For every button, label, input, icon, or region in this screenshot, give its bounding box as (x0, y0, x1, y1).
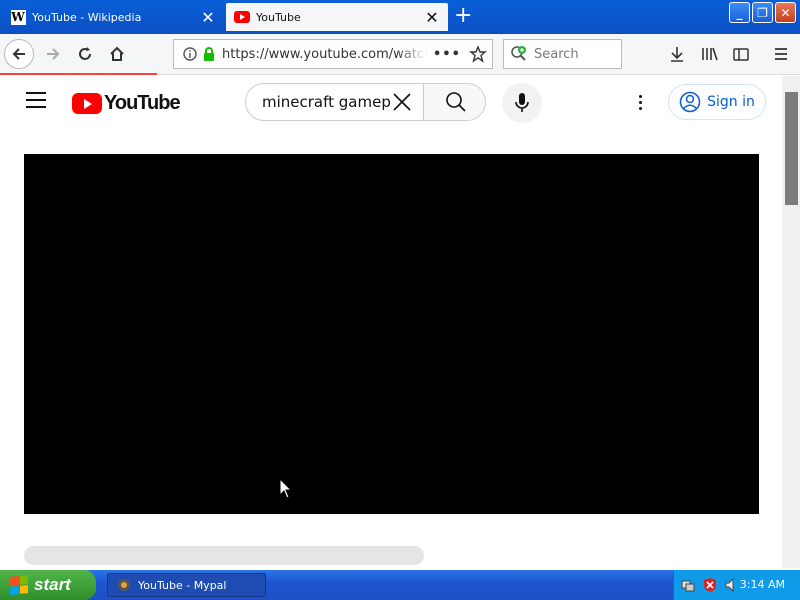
voice-search-button[interactable] (502, 83, 542, 123)
reload-icon (79, 47, 91, 60)
bookmark-star-icon[interactable] (469, 45, 487, 63)
sign-in-button[interactable]: Sign in (668, 84, 766, 120)
info-icon[interactable] (182, 46, 198, 62)
close-tab-icon[interactable]: ✕ (422, 8, 442, 27)
youtube-header: YouTube minecraft gameplay Sign in (0, 76, 782, 130)
reload-button[interactable] (70, 39, 100, 69)
youtube-icon (234, 9, 250, 25)
start-button[interactable]: start (0, 570, 96, 600)
browser-search-bar[interactable]: Search (503, 39, 622, 69)
downloads-button[interactable] (662, 39, 692, 69)
logo-text: YouTube (104, 92, 181, 114)
scrollbar-thumb[interactable] (785, 92, 798, 205)
mouse-cursor-icon (279, 478, 293, 499)
security-shield-icon[interactable] (702, 577, 718, 593)
clear-search-icon[interactable] (392, 92, 412, 112)
tab-wikipedia[interactable]: W YouTube - Wikipedia ✕ (2, 3, 224, 31)
clock: 3:14 AM (739, 578, 785, 591)
url-bar[interactable]: https://www.youtube.com/watch ••• (173, 39, 493, 69)
tab-bar: W YouTube - Wikipedia ✕ YouTube ✕ + _ ❐ … (0, 0, 800, 34)
microphone-icon (515, 93, 529, 112)
account-icon (679, 91, 701, 113)
title-loading-placeholder (24, 546, 424, 565)
taskbar-item-label: YouTube - Mypal (138, 578, 227, 592)
sign-in-label: Sign in (707, 94, 755, 110)
guide-menu-icon[interactable] (26, 92, 46, 108)
lock-icon (204, 47, 214, 61)
more-options-icon[interactable] (630, 90, 650, 114)
tab-youtube[interactable]: YouTube ✕ (226, 3, 448, 31)
window-controls: _ ❐ ✕ (729, 2, 796, 23)
new-tab-button[interactable]: + (454, 5, 472, 27)
youtube-logo[interactable]: YouTube (72, 92, 181, 115)
navigation-toolbar: https://www.youtube.com/watch ••• Search (0, 34, 800, 75)
system-tray: 3:14 AM (673, 570, 800, 600)
close-window-button[interactable]: ✕ (775, 2, 796, 23)
start-label: start (34, 575, 71, 594)
youtube-play-icon (72, 93, 102, 114)
minimize-button[interactable]: _ (729, 2, 750, 23)
close-tab-icon[interactable]: ✕ (198, 8, 218, 27)
library-button[interactable] (695, 39, 725, 69)
wikipedia-icon: W (10, 9, 26, 25)
search-placeholder: Search (534, 46, 579, 62)
library-icon (702, 47, 718, 61)
home-button[interactable] (102, 39, 132, 69)
page-load-progress (0, 73, 157, 75)
video-player[interactable] (24, 154, 759, 514)
sidebar-button[interactable] (726, 39, 756, 69)
tab-label: YouTube - Wikipedia (32, 10, 142, 24)
search-button[interactable] (423, 84, 485, 120)
forward-arrow-icon (47, 48, 60, 60)
url-text[interactable]: https://www.youtube.com/watch (222, 47, 427, 62)
mypal-browser-icon (118, 579, 130, 591)
search-input[interactable]: minecraft gameplay (262, 93, 392, 111)
taskbar: start YouTube - Mypal 3:14 AM (0, 570, 800, 600)
youtube-search-box[interactable]: minecraft gameplay (245, 83, 486, 121)
search-engine-icon (511, 46, 526, 61)
windows-logo-icon (10, 575, 28, 595)
network-icon[interactable] (680, 577, 696, 593)
download-icon (671, 47, 683, 62)
sidebar-icon (733, 48, 749, 61)
taskbar-item-mypal[interactable]: YouTube - Mypal (107, 573, 266, 597)
back-arrow-icon (12, 48, 25, 60)
hamburger-menu-icon (775, 48, 787, 60)
menu-button[interactable] (766, 39, 796, 69)
back-button[interactable] (4, 39, 34, 69)
forward-button[interactable] (38, 39, 68, 69)
page-actions-icon[interactable]: ••• (433, 47, 461, 62)
maximize-button[interactable]: ❐ (752, 2, 773, 23)
home-icon (110, 46, 124, 61)
tab-label: YouTube (256, 10, 301, 24)
volume-icon[interactable] (724, 577, 740, 593)
search-icon (446, 92, 466, 112)
